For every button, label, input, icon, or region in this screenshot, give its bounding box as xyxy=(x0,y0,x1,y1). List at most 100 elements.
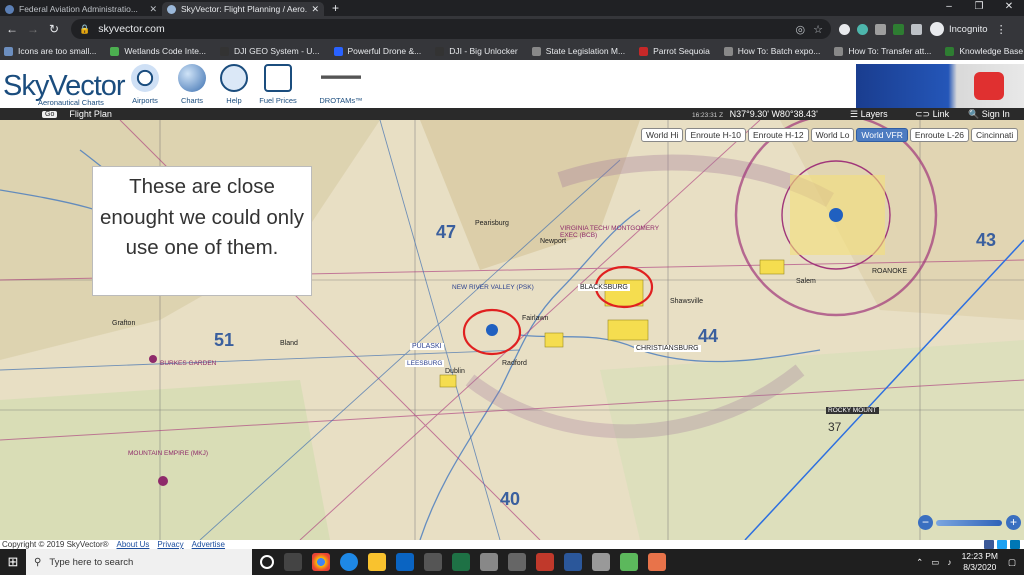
bookmark-item[interactable]: DJI GEO System - U... xyxy=(220,46,320,56)
layers-button[interactable]: ☰ Layers xyxy=(850,108,888,120)
nav-label: Fuel Prices xyxy=(259,96,297,105)
map-label-dublin: Dublin xyxy=(445,368,465,375)
chart-button[interactable]: Enroute H-12 xyxy=(748,128,809,142)
app-icon[interactable] xyxy=(480,553,498,571)
terrain-patch xyxy=(600,340,1024,540)
close-tab-icon[interactable]: ✕ xyxy=(311,4,319,15)
bookmark-item[interactable]: How To: Batch expo... xyxy=(723,46,820,56)
chart-button[interactable]: Cincinnati xyxy=(970,128,1019,142)
nav-fuel-prices[interactable]: Fuel Prices xyxy=(258,64,298,105)
sign-in-button[interactable]: 🔍 Sign In xyxy=(968,108,1010,120)
chart-button[interactable]: Enroute L-26 xyxy=(909,128,969,142)
url-text[interactable]: skyvector.com xyxy=(98,23,787,35)
bookmark-favicon-icon xyxy=(945,46,955,56)
bookmark-label: DJI GEO System - U... xyxy=(234,46,320,56)
cortana-icon[interactable] xyxy=(260,555,274,569)
bookmark-item[interactable]: Powerful Drone &... xyxy=(333,46,422,56)
bookmark-label: Powerful Drone &... xyxy=(347,46,422,56)
excel-icon[interactable] xyxy=(452,553,470,571)
tab-skyvector[interactable]: SkyVector: Flight Planning / Aero... ✕ xyxy=(162,2,324,16)
explorer-icon[interactable] xyxy=(368,553,386,571)
clock[interactable]: 12:23 PM 8/3/2020 xyxy=(962,551,998,573)
omnibox[interactable]: 🔒 skyvector.com ◎ ☆ xyxy=(71,19,831,39)
puzzle-icon[interactable] xyxy=(911,23,922,35)
chart-button[interactable]: World Hi xyxy=(641,128,684,142)
word-icon[interactable] xyxy=(564,553,582,571)
restore-icon[interactable]: ❐ xyxy=(964,0,994,14)
network-icon[interactable]: ▭ xyxy=(931,557,939,568)
link-button[interactable]: ⊂⊃ Link xyxy=(915,108,949,120)
eye-off-icon[interactable]: ◎ xyxy=(796,23,806,36)
nav-help[interactable]: Help xyxy=(214,64,254,105)
search-icon: ⚲ xyxy=(34,556,42,568)
back-icon[interactable]: ← xyxy=(3,22,21,36)
app-icon[interactable] xyxy=(508,553,526,571)
bookmark-label: Icons are too small... xyxy=(18,46,97,56)
bookmark-item[interactable]: State Legislation M... xyxy=(531,46,625,56)
bookmark-item[interactable]: Icons are too small... xyxy=(4,46,96,56)
map-label-pearisburg: Pearisburg xyxy=(475,220,509,227)
extension-icon[interactable] xyxy=(839,23,850,35)
task-view-icon[interactable] xyxy=(284,553,302,571)
app-icon[interactable] xyxy=(592,553,610,571)
privacy-link[interactable]: Privacy xyxy=(157,540,183,549)
bookmark-item[interactable]: Parrot Sequoia xyxy=(639,46,710,56)
sectional-chart-map[interactable]: 47 51 44 40 43 37 PULASKI NEW RIVER VALL… xyxy=(0,120,1024,540)
edge-icon[interactable] xyxy=(340,553,358,571)
bookmark-item[interactable]: How To: Transfer att... xyxy=(834,46,931,56)
incognito-indicator[interactable]: Incognito xyxy=(930,22,988,36)
new-tab-button[interactable]: + xyxy=(332,1,339,15)
volume-icon[interactable]: ♪ xyxy=(947,557,951,567)
extension-icon[interactable] xyxy=(857,23,868,35)
zoom-slider[interactable] xyxy=(936,520,1002,526)
zoom-out-button[interactable]: − xyxy=(918,515,933,530)
pulaski-airport-icon[interactable] xyxy=(486,324,498,336)
tab-faa[interactable]: Federal Aviation Administratio... ✕ xyxy=(0,2,162,16)
app-icon[interactable] xyxy=(536,553,554,571)
extension-icon[interactable] xyxy=(893,23,904,35)
advertise-link[interactable]: Advertise xyxy=(192,540,225,549)
globe-icon xyxy=(178,64,206,92)
nav-airports[interactable]: Airports xyxy=(125,64,165,105)
advertisement-banner[interactable] xyxy=(856,64,1024,108)
bookmark-star-icon[interactable]: ☆ xyxy=(813,23,823,36)
outlook-icon[interactable] xyxy=(396,553,414,571)
calculator-icon[interactable] xyxy=(424,553,442,571)
nav-charts[interactable]: Charts xyxy=(172,64,212,105)
extension-icon[interactable] xyxy=(875,23,886,35)
forward-icon[interactable]: → xyxy=(24,22,42,36)
map-label-area-37: 37 xyxy=(828,420,842,434)
map-label-area-40: 40 xyxy=(500,489,521,509)
chart-button[interactable]: World Lo xyxy=(810,128,855,142)
facebook-icon[interactable] xyxy=(984,540,994,549)
nav-drotams[interactable]: DROTAMs™ xyxy=(314,64,368,105)
tray-chevron-icon[interactable]: ⌃ xyxy=(916,557,923,568)
chart-button[interactable]: World VFR xyxy=(856,128,908,142)
go-button[interactable]: Go xyxy=(42,110,58,118)
sign-in-label: Sign In xyxy=(981,109,1010,119)
bookmark-favicon-icon xyxy=(110,46,120,56)
taskbar-search[interactable]: ⚲ Type here to search xyxy=(26,549,252,575)
burkes-garden-airport-icon[interactable] xyxy=(149,355,157,363)
close-window-icon[interactable]: ✕ xyxy=(994,0,1024,14)
flight-plan-button[interactable]: Flight Plan xyxy=(69,109,112,119)
roanoke-airport-icon[interactable] xyxy=(829,208,843,222)
bookmark-item[interactable]: Wetlands Code Inte... xyxy=(110,46,206,56)
windows-start-icon[interactable]: ⊞ xyxy=(0,554,26,570)
bookmark-item[interactable]: DJI - Big Unlocker xyxy=(435,46,518,56)
chrome-icon[interactable] xyxy=(312,553,330,571)
app-icon[interactable] xyxy=(648,553,666,571)
chart-button[interactable]: Enroute H-10 xyxy=(685,128,746,142)
close-tab-icon[interactable]: ✕ xyxy=(149,4,157,15)
bookmark-item[interactable]: Knowledge Base - S... xyxy=(945,46,1024,56)
mountain-empire-airport-icon[interactable] xyxy=(158,476,168,486)
zoom-in-button[interactable]: + xyxy=(1006,515,1021,530)
twitter-icon[interactable] xyxy=(997,540,1007,549)
about-us-link[interactable]: About Us xyxy=(117,540,150,549)
reload-icon[interactable]: ↻ xyxy=(45,22,63,36)
notifications-icon[interactable]: ▢ xyxy=(1008,557,1016,568)
menu-icon[interactable]: ⋮ xyxy=(996,23,1007,36)
app-icon[interactable] xyxy=(620,553,638,571)
linkedin-icon[interactable] xyxy=(1010,540,1020,549)
minimize-icon[interactable]: – xyxy=(934,0,964,14)
